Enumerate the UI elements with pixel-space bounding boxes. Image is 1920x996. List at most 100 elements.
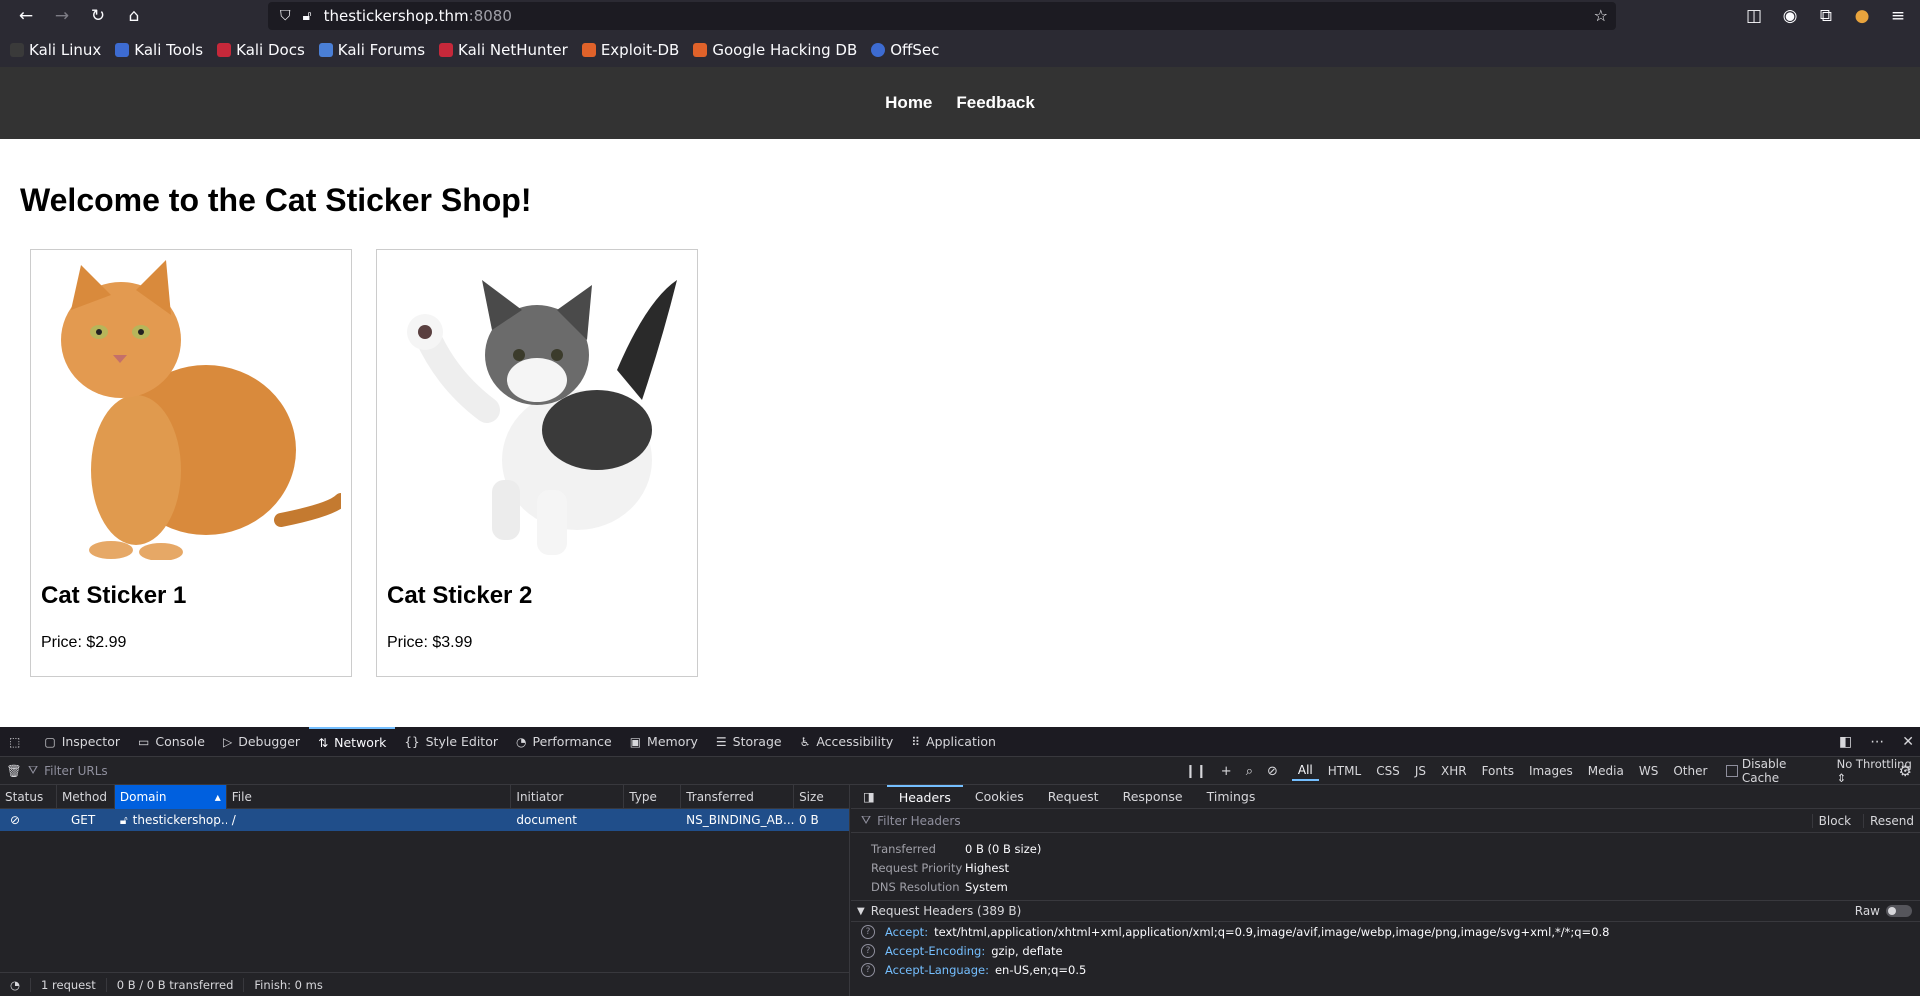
help-icon[interactable]: ? (861, 962, 875, 977)
request-headers-section[interactable]: ▼ Request Headers (389 B) Raw (851, 900, 1920, 922)
element-picker-icon[interactable]: ⬚ (0, 727, 35, 757)
type-filter-all[interactable]: All (1291, 761, 1319, 781)
request-list: Status Method Domain ▴ File Initiator Typ… (0, 784, 850, 996)
tab-timings[interactable]: Timings (1195, 785, 1268, 809)
shield-icon[interactable]: ⛉ (280, 8, 291, 24)
page-title: Welcome to the Cat Sticker Shop! (20, 182, 532, 218)
summary-row: Request Priority Highest (871, 860, 1010, 875)
type-filter-other[interactable]: Other (1667, 762, 1713, 780)
type-filter-xhr[interactable]: XHR (1435, 762, 1473, 780)
type-filter-css[interactable]: CSS (1370, 762, 1406, 780)
type-filter-fonts[interactable]: Fonts (1476, 762, 1520, 780)
tab-headers[interactable]: Headers (886, 784, 963, 809)
column-domain[interactable]: Domain ▴ (114, 784, 227, 809)
tab-style-editor[interactable]: {} Style Editor (395, 727, 507, 757)
raw-toggle[interactable]: Raw (1855, 904, 1912, 918)
type-filter-media[interactable]: Media (1582, 762, 1630, 780)
menu-icon[interactable]: ≡ (1880, 0, 1916, 32)
inspector-icon: ▢ (44, 734, 56, 749)
tab-debugger[interactable]: ▷ Debugger (214, 727, 309, 757)
tab-network[interactable]: ⇅ Network (309, 726, 396, 757)
help-icon[interactable]: ? (861, 924, 875, 939)
plus-icon[interactable]: + (1221, 764, 1232, 779)
extensions-icon[interactable]: ⧉ (1808, 0, 1844, 32)
type-filter-ws[interactable]: WS (1633, 762, 1664, 780)
gauge-icon: ◔ (516, 734, 527, 749)
bookmark-kali-linux[interactable]: Kali Linux (10, 41, 101, 59)
tab-performance[interactable]: ◔ Performance (507, 727, 621, 757)
close-icon[interactable]: ✕ (1902, 734, 1914, 750)
column-status[interactable]: Status (0, 784, 57, 809)
nav-home-link[interactable]: Home (885, 93, 932, 113)
bookmark-exploit-db[interactable]: Exploit-DB (581, 41, 679, 59)
raw-switch[interactable] (1886, 905, 1912, 917)
tab-console[interactable]: ▭ Console (129, 727, 214, 757)
request-count: 1 request (31, 977, 107, 992)
filter-headers-input[interactable]: Filter Headers (877, 814, 960, 828)
home-icon[interactable]: ⌂ (116, 0, 152, 32)
devtools-controls: ◧ ⋯ ✕ (1821, 727, 1914, 757)
bookmark-star-icon[interactable]: ☆ (1594, 6, 1608, 25)
gear-icon[interactable]: ⚙ (1899, 762, 1912, 780)
exploit-db-icon (581, 42, 596, 57)
bookmark-kali-nethunter[interactable]: Kali NetHunter (439, 41, 568, 59)
trash-icon[interactable]: 🗑︎ (0, 764, 28, 778)
tab-memory[interactable]: ▣ Memory (621, 727, 707, 757)
header-row: ? Accept-Language: en-US,en;q=0.5 (851, 960, 1920, 979)
tab-response[interactable]: Response (1111, 785, 1195, 809)
column-method[interactable]: Method (57, 784, 115, 809)
column-transferred[interactable]: Transferred (681, 784, 795, 809)
product-card: Cat Sticker 1 Price: $2.99 (30, 249, 352, 677)
bookmark-offsec[interactable]: OffSec (871, 41, 939, 59)
pause-icon[interactable]: ❙❙ (1185, 764, 1207, 779)
account-icon[interactable]: ◉ (1772, 0, 1808, 32)
request-details: ◨ Headers Cookies Request Response Timin… (851, 784, 1920, 996)
filter-headers-bar: ⛛ Filter Headers Block Resend (851, 809, 1920, 833)
reload-icon[interactable]: ↻ (80, 0, 116, 32)
tab-accessibility[interactable]: ♿︎ Accessibility (791, 727, 903, 757)
disable-cache-checkbox[interactable] (1726, 765, 1738, 777)
resend-button[interactable]: Resend (1862, 813, 1914, 828)
foxyproxy-icon[interactable]: ● (1844, 0, 1880, 32)
tab-cookies[interactable]: Cookies (963, 785, 1036, 809)
column-type[interactable]: Type (624, 784, 682, 809)
performance-icon[interactable]: ◔ (0, 977, 32, 992)
header-actions: Block Resend (1804, 813, 1914, 828)
offsec-icon (871, 42, 886, 57)
block-button[interactable]: Block (1811, 813, 1852, 828)
finish-time: Finish: 0 ms (254, 977, 323, 992)
url-bar[interactable]: ⛉ 🔓︎ thestickershop.thm:8080 ☆ (268, 2, 1616, 30)
orange-cat-image (41, 260, 341, 560)
block-icon[interactable]: ⊘ (1267, 764, 1278, 779)
bookmark-kali-forums[interactable]: Kali Forums (318, 41, 425, 59)
bookmark-google-hacking-db[interactable]: Google Hacking DB (693, 41, 857, 59)
more-options-icon[interactable]: ⋯ (1870, 734, 1884, 750)
lock-icon[interactable]: 🔓︎ (303, 8, 312, 24)
tab-inspector[interactable]: ▢ Inspector (35, 727, 129, 757)
debugger-icon: ▷ (222, 734, 233, 749)
tab-storage[interactable]: ☰ Storage (707, 727, 791, 757)
type-filter-js[interactable]: JS (1409, 762, 1432, 780)
column-size[interactable]: Size (794, 785, 849, 809)
bookmark-kali-tools[interactable]: Kali Tools (115, 41, 203, 59)
column-file[interactable]: File (227, 784, 512, 809)
toggle-sidebar-icon[interactable]: ◨ (851, 785, 887, 809)
type-filter-html[interactable]: HTML (1322, 762, 1367, 780)
search-icon[interactable]: ⌕ (1246, 764, 1253, 779)
help-icon[interactable]: ? (861, 943, 875, 958)
bookmark-kali-docs[interactable]: Kali Docs (217, 41, 305, 59)
tab-request[interactable]: Request (1036, 785, 1111, 809)
tab-application[interactable]: ⠿ Application (902, 727, 1005, 757)
back-arrow-icon[interactable]: ← (8, 0, 44, 32)
type-filter-images[interactable]: Images (1523, 762, 1579, 780)
forward-arrow-icon[interactable]: → (44, 0, 80, 32)
filter-urls-input[interactable]: Filter URLs (44, 764, 108, 778)
column-initiator[interactable]: Initiator (511, 784, 625, 809)
dock-icon[interactable]: ◧ (1839, 734, 1852, 750)
url-host: thestickershop.thm (323, 7, 469, 25)
product-price: Price: $3.99 (387, 634, 473, 651)
nav-feedback-link[interactable]: Feedback (956, 93, 1034, 113)
request-method: GET (70, 813, 96, 827)
table-row[interactable]: ⊘ GET 🔓︎ thestickershop.... / document NS… (0, 809, 849, 831)
pocket-icon[interactable]: ◫ (1736, 0, 1772, 32)
